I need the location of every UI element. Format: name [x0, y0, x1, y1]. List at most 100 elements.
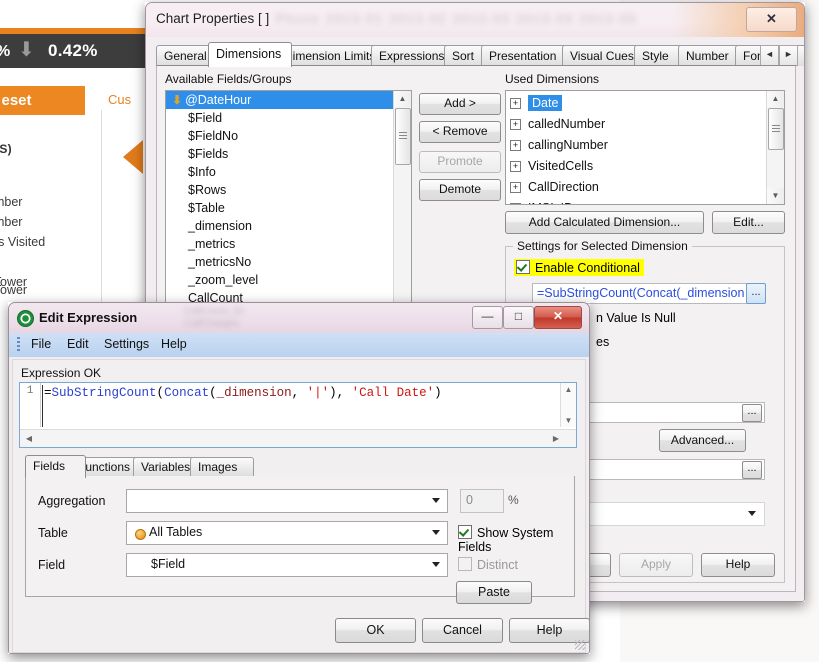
tab-dimensions[interactable]: Dimensions — [208, 42, 292, 67]
ok-button[interactable]: OK — [335, 618, 416, 643]
available-fields-listbox[interactable]: ⬇ @DateHour $Field $FieldNo $Fields $Info… — [165, 90, 412, 310]
used-dimension-row[interactable]: + VisitedCells — [506, 156, 764, 177]
expand-icon[interactable]: + — [510, 182, 521, 194]
enable-conditional-label: Enable Conditional — [535, 261, 640, 275]
scroll-up-icon[interactable]: ▲ — [561, 385, 576, 394]
distinct-row[interactable]: Distinct — [458, 557, 518, 572]
minimize-icon[interactable]: — — [472, 306, 503, 329]
distinct-checkbox[interactable] — [458, 557, 472, 571]
chevron-down-icon[interactable] — [432, 498, 440, 503]
scrollbar-thumb[interactable] — [768, 108, 784, 150]
list-item[interactable]: ⬇ @DateHour — [166, 91, 394, 109]
aggregation-select[interactable] — [126, 489, 448, 513]
list-item[interactable]: $Field — [166, 109, 394, 127]
list-item[interactable]: _metricsNo — [166, 253, 394, 271]
help-button[interactable]: Help — [701, 553, 775, 577]
dimensions-heading: ENSION(S) — [0, 142, 12, 156]
expression-token: Concat — [164, 386, 210, 400]
scroll-right-icon[interactable]: ▶ — [550, 434, 562, 443]
used-dimensions-listbox[interactable]: + Date + calledNumber + callingNumber + Visi… — [505, 90, 785, 205]
chevron-down-icon[interactable] — [432, 562, 440, 567]
show-system-fields-row[interactable]: Show System Fields — [458, 525, 574, 554]
expression-vertical-scrollbar[interactable]: ▲ ▼ — [560, 383, 576, 427]
label-expression-ellipsis-button[interactable]: ... — [742, 404, 762, 422]
menu-file[interactable]: File — [31, 337, 51, 351]
scroll-down-icon[interactable]: ▼ — [561, 416, 576, 425]
expression-token: ) — [434, 386, 442, 400]
advanced-button[interactable]: Advanced... — [659, 429, 746, 452]
dimension-list-secondary: ell Tower — [0, 283, 28, 297]
secondary-expression-ellipsis-button[interactable]: ... — [742, 461, 762, 479]
used-dimension-row[interactable]: + CallDirection — [506, 177, 764, 198]
chart-properties-titlebar[interactable]: Phone 2013-01 2013-02 2013-03 2013-04 20… — [146, 3, 804, 38]
expression-token: = — [44, 386, 52, 400]
expression-horizontal-scrollbar[interactable]: ◀ ▶ — [20, 429, 576, 447]
list-item[interactable]: _zoom_level — [166, 271, 394, 289]
used-dimension-row[interactable]: +IMSI_ID — [506, 198, 764, 204]
demote-dimension-button[interactable]: Demote — [419, 179, 501, 201]
reset-button[interactable]: eset — [0, 86, 85, 115]
menu-edit[interactable]: Edit — [67, 337, 89, 351]
chevron-down-icon[interactable] — [432, 530, 440, 535]
tab-images[interactable]: Images — [190, 457, 254, 477]
used-dimension-row[interactable]: + calledNumber — [506, 114, 764, 135]
scrollbar-grip — [772, 125, 780, 132]
expand-icon[interactable]: + — [510, 161, 521, 173]
edit-expression-titlebar[interactable]: Edit Expression CallCount_ID CallCharges … — [9, 303, 589, 333]
available-fields-scrollbar[interactable]: ▲ — [393, 91, 411, 309]
cancel-button[interactable]: Cancel — [422, 618, 503, 643]
expand-icon[interactable]: + — [510, 98, 521, 110]
scroll-up-icon[interactable]: ▲ — [394, 91, 411, 107]
expand-icon[interactable]: + — [510, 203, 521, 204]
conditional-expression-field[interactable]: =SubStringCount(Concat(_dimension ... — [532, 283, 766, 304]
close-icon[interactable]: ✕ — [746, 7, 797, 32]
enable-conditional-checkbox[interactable] — [516, 260, 530, 274]
table-select[interactable]: All Tables — [126, 521, 448, 545]
scroll-down-icon[interactable]: ▼ — [767, 188, 784, 204]
table-indicator-icon — [135, 529, 146, 540]
list-item[interactable]: _metrics — [166, 235, 394, 253]
expression-code[interactable]: =SubStringCount(Concat(_dimension, '|'),… — [44, 385, 442, 401]
conditional-expression-ellipsis-button[interactable]: ... — [746, 283, 766, 304]
list-item[interactable]: $Rows — [166, 181, 394, 199]
expand-icon[interactable]: + — [510, 140, 521, 152]
add-dimension-button[interactable]: Add > — [419, 93, 501, 115]
custom-link[interactable]: Cus — [108, 92, 131, 107]
menu-settings[interactable]: Settings — [104, 337, 149, 351]
list-item[interactable]: $Info — [166, 163, 394, 181]
percent-input[interactable]: 0 — [460, 489, 504, 513]
used-dimensions-scrollbar[interactable]: ▲ ▼ — [766, 91, 784, 204]
field-label: Field — [38, 558, 66, 572]
list-item[interactable]: $FieldNo — [166, 127, 394, 145]
tab-fields[interactable]: Fields — [25, 455, 86, 478]
edit-dimension-button[interactable]: Edit... — [712, 211, 785, 234]
show-system-fields-checkbox[interactable] — [458, 525, 472, 539]
list-item[interactable]: $Fields — [166, 145, 394, 163]
expand-icon[interactable]: + — [510, 119, 521, 131]
used-dimension-row[interactable]: + Date — [506, 93, 764, 114]
list-item[interactable]: $Table — [166, 199, 394, 217]
add-calculated-dimension-button[interactable]: Add Calculated Dimension... — [505, 211, 704, 234]
expression-editor[interactable]: 1 =SubStringCount(Concat(_dimension, '|'… — [19, 382, 577, 448]
maximize-icon[interactable]: □ — [503, 306, 534, 329]
scroll-left-icon[interactable]: ◀ — [23, 434, 35, 443]
tab-scroll-left-button[interactable]: ◄ — [760, 45, 779, 66]
titlebar-blurred-background-text: Phone 2013-01 2013-02 2013-03 2013-04 20… — [276, 12, 638, 26]
tab-scroll-right-button[interactable]: ► — [779, 45, 798, 66]
field-select[interactable]: $Field — [126, 553, 448, 577]
chevron-down-icon[interactable] — [748, 511, 756, 516]
show-system-fields-label: Show System Fields — [458, 526, 554, 554]
list-item[interactable]: _dimension — [166, 217, 394, 235]
enable-conditional-row[interactable]: Enable Conditional — [514, 259, 644, 276]
line-number-gutter: 1 — [20, 383, 41, 427]
menubar-grip[interactable] — [17, 337, 20, 352]
paste-button[interactable]: Paste — [456, 581, 532, 604]
menu-help[interactable]: Help — [161, 337, 187, 351]
scroll-up-icon[interactable]: ▲ — [767, 91, 784, 107]
remove-dimension-button[interactable]: < Remove — [419, 121, 501, 143]
used-dimension-row[interactable]: + callingNumber — [506, 135, 764, 156]
collapse-arrow-icon[interactable] — [123, 140, 143, 174]
scrollbar-thumb[interactable] — [395, 108, 411, 165]
close-icon[interactable]: ✕ — [534, 306, 582, 329]
resize-grip[interactable] — [575, 640, 585, 650]
